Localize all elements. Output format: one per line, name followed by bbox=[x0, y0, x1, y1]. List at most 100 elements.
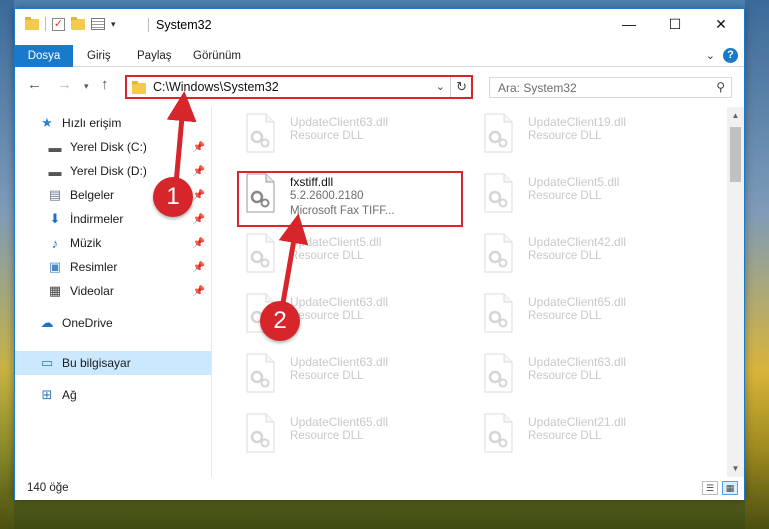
file-highlight-box bbox=[237, 171, 463, 227]
file-name: UpdateClient42.dll bbox=[528, 235, 627, 249]
step-2-badge: 2 bbox=[260, 301, 300, 341]
file-name: UpdateClient21.dll bbox=[528, 415, 627, 429]
tab-file[interactable]: Dosya bbox=[15, 45, 73, 67]
dll-file-icon bbox=[246, 113, 275, 153]
step-1-badge: 1 bbox=[153, 177, 193, 217]
nav-this-pc-label: Bu bilgisayar bbox=[62, 356, 131, 370]
file-tile[interactable]: UpdateClient65.dll Resource DLL bbox=[476, 289, 701, 347]
properties-icon[interactable] bbox=[91, 18, 105, 30]
help-icon[interactable]: ? bbox=[723, 48, 738, 63]
up-arrow-icon[interactable]: ↑ bbox=[101, 76, 109, 93]
file-tile[interactable]: UpdateClient63.dll Resource DLL bbox=[238, 109, 463, 167]
nav-item-music[interactable]: ♪ Müzik 📌 bbox=[15, 231, 211, 255]
pin-icon[interactable]: 📌 bbox=[193, 286, 205, 297]
pin-icon[interactable]: 📌 bbox=[193, 142, 205, 153]
address-bar[interactable]: C:\Windows\System32 ⌄ ↻ bbox=[125, 75, 473, 99]
file-name: UpdateClient65.dll bbox=[290, 415, 389, 429]
pictures-icon: ▣ bbox=[48, 259, 62, 274]
refresh-icon[interactable]: ↻ bbox=[456, 79, 467, 95]
properties-check-icon[interactable]: ✓ bbox=[52, 17, 65, 31]
nav-item-label: İndirmeler bbox=[70, 212, 124, 226]
file-tile[interactable]: UpdateClient5.dll Resource DLL bbox=[476, 169, 701, 227]
ribbon-expand-icon[interactable]: ⌄ bbox=[706, 49, 715, 62]
file-name: UpdateClient63.dll bbox=[290, 355, 389, 369]
folder-icon bbox=[25, 16, 39, 30]
file-name: UpdateClient65.dll bbox=[528, 295, 627, 309]
file-tile[interactable]: UpdateClient63.dll Resource DLL bbox=[476, 349, 701, 407]
maximize-button[interactable]: ☐ bbox=[652, 9, 698, 39]
title-separator bbox=[148, 18, 149, 32]
file-name: UpdateClient5.dll bbox=[290, 235, 382, 249]
address-folder-icon bbox=[132, 81, 146, 94]
dll-file-icon bbox=[246, 353, 275, 393]
file-tile[interactable]: UpdateClient5.dll Resource DLL bbox=[238, 229, 463, 287]
nav-this-pc[interactable]: ▭ Bu bilgisayar bbox=[15, 351, 211, 375]
file-description: Resource DLL bbox=[528, 130, 602, 142]
forward-arrow-icon[interactable]: → bbox=[57, 76, 72, 93]
minimize-button[interactable]: — bbox=[606, 9, 652, 39]
pin-icon[interactable]: 📌 bbox=[193, 214, 205, 225]
cloud-icon: ☁ bbox=[40, 315, 54, 330]
address-dropdown-icon[interactable]: ⌄ bbox=[436, 80, 445, 93]
file-description: Resource DLL bbox=[290, 310, 364, 322]
dll-file-icon bbox=[484, 413, 513, 453]
window-controls: — ☐ ✕ bbox=[606, 9, 744, 39]
dll-file-icon bbox=[484, 113, 513, 153]
file-description: Resource DLL bbox=[290, 130, 364, 142]
close-button[interactable]: ✕ bbox=[698, 9, 744, 39]
vertical-scrollbar[interactable]: ▲ ▼ bbox=[727, 107, 744, 477]
nav-item-videos[interactable]: ▦ Videolar 📌 bbox=[15, 279, 211, 303]
qat-customize-dropdown-icon[interactable]: ▾ bbox=[111, 19, 116, 30]
details-view-icon[interactable]: ☰ bbox=[702, 481, 718, 495]
address-path[interactable]: C:\Windows\System32 bbox=[153, 80, 279, 94]
file-tile[interactable]: UpdateClient63.dll Resource DLL bbox=[238, 349, 463, 407]
dll-file-icon bbox=[484, 173, 513, 213]
pin-icon[interactable]: 📌 bbox=[193, 190, 205, 201]
drive-icon: ▬ bbox=[48, 163, 62, 179]
file-tile[interactable]: UpdateClient19.dll Resource DLL bbox=[476, 109, 701, 167]
view-toggle: ☰ ▦ bbox=[702, 481, 738, 495]
title-bar: ✓ ▾ System32 — ☐ ✕ bbox=[15, 9, 744, 41]
tiles-view-icon[interactable]: ▦ bbox=[722, 481, 738, 495]
file-description: Resource DLL bbox=[528, 250, 602, 262]
scrollbar-thumb[interactable] bbox=[730, 127, 741, 182]
dll-file-icon bbox=[246, 233, 275, 273]
navigation-bar: ← → ▾ ↑ C:\Windows\System32 ⌄ ↻ Ara: Sys… bbox=[15, 71, 744, 101]
drive-icon: ▬ bbox=[48, 139, 62, 155]
nav-item-label: Yerel Disk (D:) bbox=[70, 164, 147, 178]
item-count: 140 öğe bbox=[27, 482, 69, 494]
pin-icon[interactable]: 📌 bbox=[193, 238, 205, 249]
search-box[interactable]: Ara: System32 ⚲ bbox=[489, 77, 732, 98]
new-folder-icon[interactable] bbox=[71, 16, 85, 30]
file-tile[interactable]: UpdateClient21.dll Resource DLL bbox=[476, 409, 701, 467]
file-name: UpdateClient5.dll bbox=[528, 175, 620, 189]
nav-item-pictures[interactable]: ▣ Resimler 📌 bbox=[15, 255, 211, 279]
nav-item-label: Resimler bbox=[70, 260, 118, 274]
nav-onedrive[interactable]: ☁ OneDrive bbox=[15, 311, 211, 335]
file-description: Resource DLL bbox=[290, 370, 364, 382]
music-icon: ♪ bbox=[51, 235, 59, 251]
search-icon[interactable]: ⚲ bbox=[716, 80, 725, 94]
navigation-pane: ★ Hızlı erişim ▬ Yerel Disk (C:) 📌 ▬ Yer… bbox=[15, 107, 211, 477]
tab-view[interactable]: Görünüm bbox=[193, 45, 241, 67]
nav-quick-access[interactable]: ★ Hızlı erişim bbox=[39, 111, 235, 135]
search-placeholder[interactable]: Ara: System32 bbox=[498, 81, 577, 95]
nav-item-label: Yerel Disk (C:) bbox=[70, 140, 147, 154]
pin-icon[interactable]: 📌 bbox=[193, 166, 205, 177]
scroll-up-icon[interactable]: ▲ bbox=[727, 107, 744, 124]
file-description: Resource DLL bbox=[528, 310, 602, 322]
pin-icon[interactable]: 📌 bbox=[193, 262, 205, 273]
file-tile[interactable]: UpdateClient42.dll Resource DLL bbox=[476, 229, 701, 287]
tab-home[interactable]: Giriş bbox=[87, 45, 111, 67]
back-arrow-icon[interactable]: ← bbox=[27, 76, 42, 93]
recent-locations-chevron-icon[interactable]: ▾ bbox=[84, 81, 89, 92]
window-title: System32 bbox=[156, 18, 212, 32]
tab-share[interactable]: Paylaş bbox=[137, 45, 172, 67]
nav-item-drive-c[interactable]: ▬ Yerel Disk (C:) 📌 bbox=[15, 135, 211, 159]
scroll-down-icon[interactable]: ▼ bbox=[727, 460, 744, 477]
nav-item-label: Belgeler bbox=[70, 188, 115, 202]
file-tile[interactable]: UpdateClient65.dll Resource DLL bbox=[238, 409, 463, 467]
nav-network[interactable]: ⊞ Ağ bbox=[15, 383, 211, 407]
file-list: UpdateClient63.dll Resource DLL fxstiff.… bbox=[212, 107, 727, 477]
file-name: UpdateClient63.dll bbox=[290, 115, 389, 129]
